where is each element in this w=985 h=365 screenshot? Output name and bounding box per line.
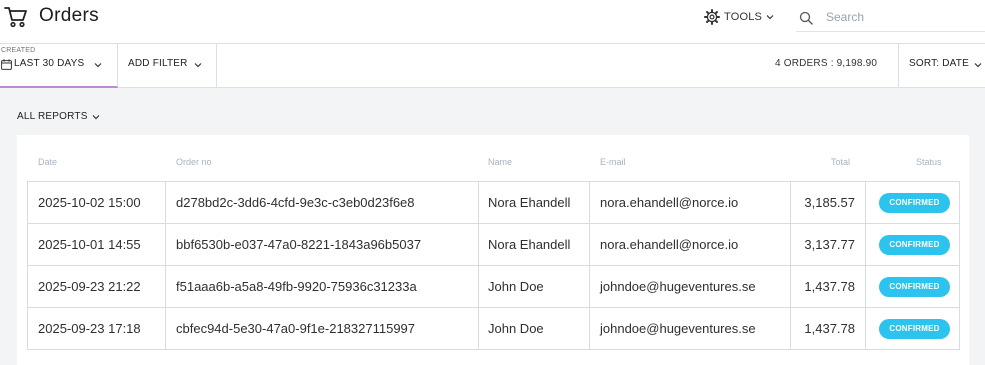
column-header-status: Status	[916, 157, 942, 167]
order-total: 1,437.78	[804, 321, 855, 336]
column-header-name: Name	[488, 157, 513, 167]
orders-summary: 4 ORDERS : 9,198.90	[775, 58, 878, 69]
orders-table-card: Date Order no Name E-mail Total Status 2…	[17, 135, 969, 365]
column-header-order-no: Order no	[176, 157, 212, 167]
order-total: 3,185.57	[804, 195, 855, 210]
search-input[interactable]	[826, 6, 976, 28]
order-date: 2025-10-02 15:00	[38, 195, 141, 210]
chevron-down-icon	[92, 114, 99, 119]
customer-name: John Doe	[488, 321, 544, 336]
tools-button[interactable]: TOOLS	[704, 8, 774, 26]
chevron-down-icon	[194, 63, 202, 68]
customer-name: Nora Ehandell	[488, 237, 571, 252]
order-total: 3,137.77	[804, 237, 855, 252]
customer-name: John Doe	[488, 279, 544, 294]
top-header: Orders TOOLS	[0, 0, 985, 44]
search-box	[796, 2, 985, 32]
shopping-cart-icon	[4, 7, 27, 28]
created-filter[interactable]: CREATED LAST 30 DAYS	[0, 44, 118, 88]
gear-icon	[704, 9, 720, 25]
page-title: Orders	[39, 5, 99, 26]
created-caption: CREATED	[1, 47, 36, 54]
tools-label: TOOLS	[724, 11, 763, 23]
order-date: 2025-10-01 14:55	[38, 237, 141, 252]
order-total: 1,437.78	[804, 279, 855, 294]
status-badge: CONFIRMED	[879, 235, 950, 255]
customer-email: nora.ehandell@norce.io	[600, 195, 739, 210]
table-row[interactable]: 2025-10-01 14:55 bbf6530b-e037-47a0-8221…	[28, 224, 959, 266]
column-header-email: E-mail	[600, 157, 626, 167]
calendar-icon	[1, 59, 12, 70]
chevron-down-icon	[974, 63, 982, 68]
status-badge: CONFIRMED	[879, 193, 950, 213]
column-header-total: Total	[831, 157, 851, 167]
sort-dropdown[interactable]: SORT: DATE	[898, 44, 985, 88]
created-value: LAST 30 DAYS	[14, 58, 85, 69]
search-icon	[799, 11, 813, 25]
add-filter-label: ADD FILTER	[128, 58, 188, 69]
table-row[interactable]: 2025-09-23 17:18 cbfec94d-5e30-47a0-9f1e…	[28, 308, 959, 349]
order-number: bbf6530b-e037-47a0-8221-1843a96b5037	[176, 237, 422, 252]
add-filter-button[interactable]: ADD FILTER	[118, 44, 217, 88]
sort-label: SORT: DATE	[909, 58, 969, 69]
order-number: cbfec94d-5e30-47a0-9f1e-218327115997	[176, 321, 416, 336]
status-badge: CONFIRMED	[879, 319, 950, 339]
order-number: f51aaa6b-a5a8-49fb-9920-75936c31233a	[176, 279, 417, 294]
orders-table: 2025-10-02 15:00 d278bd2c-3dd6-4cfd-9e3c…	[27, 181, 960, 350]
column-header-date: Date	[38, 157, 58, 167]
chevron-down-icon	[766, 15, 774, 20]
customer-email: johndoe@hugeventures.se	[600, 321, 756, 336]
all-reports-dropdown[interactable]: ALL REPORTS	[17, 111, 100, 122]
order-number: d278bd2c-3dd6-4cfd-9e3c-c3eb0d23f6e8	[176, 195, 415, 210]
customer-email: johndoe@hugeventures.se	[600, 279, 756, 294]
table-row[interactable]: 2025-10-02 15:00 d278bd2c-3dd6-4cfd-9e3c…	[28, 182, 959, 224]
table-row[interactable]: 2025-09-23 21:22 f51aaa6b-a5a8-49fb-9920…	[28, 266, 959, 308]
all-reports-label: ALL REPORTS	[17, 111, 88, 122]
status-badge: CONFIRMED	[879, 277, 950, 297]
order-date: 2025-09-23 21:22	[38, 279, 141, 294]
filter-bar: CREATED LAST 30 DAYS ADD FILTER 4 ORDERS…	[0, 44, 985, 88]
customer-name: Nora Ehandell	[488, 195, 571, 210]
customer-email: nora.ehandell@norce.io	[600, 237, 739, 252]
chevron-down-icon	[94, 63, 102, 68]
order-date: 2025-09-23 17:18	[38, 321, 141, 336]
